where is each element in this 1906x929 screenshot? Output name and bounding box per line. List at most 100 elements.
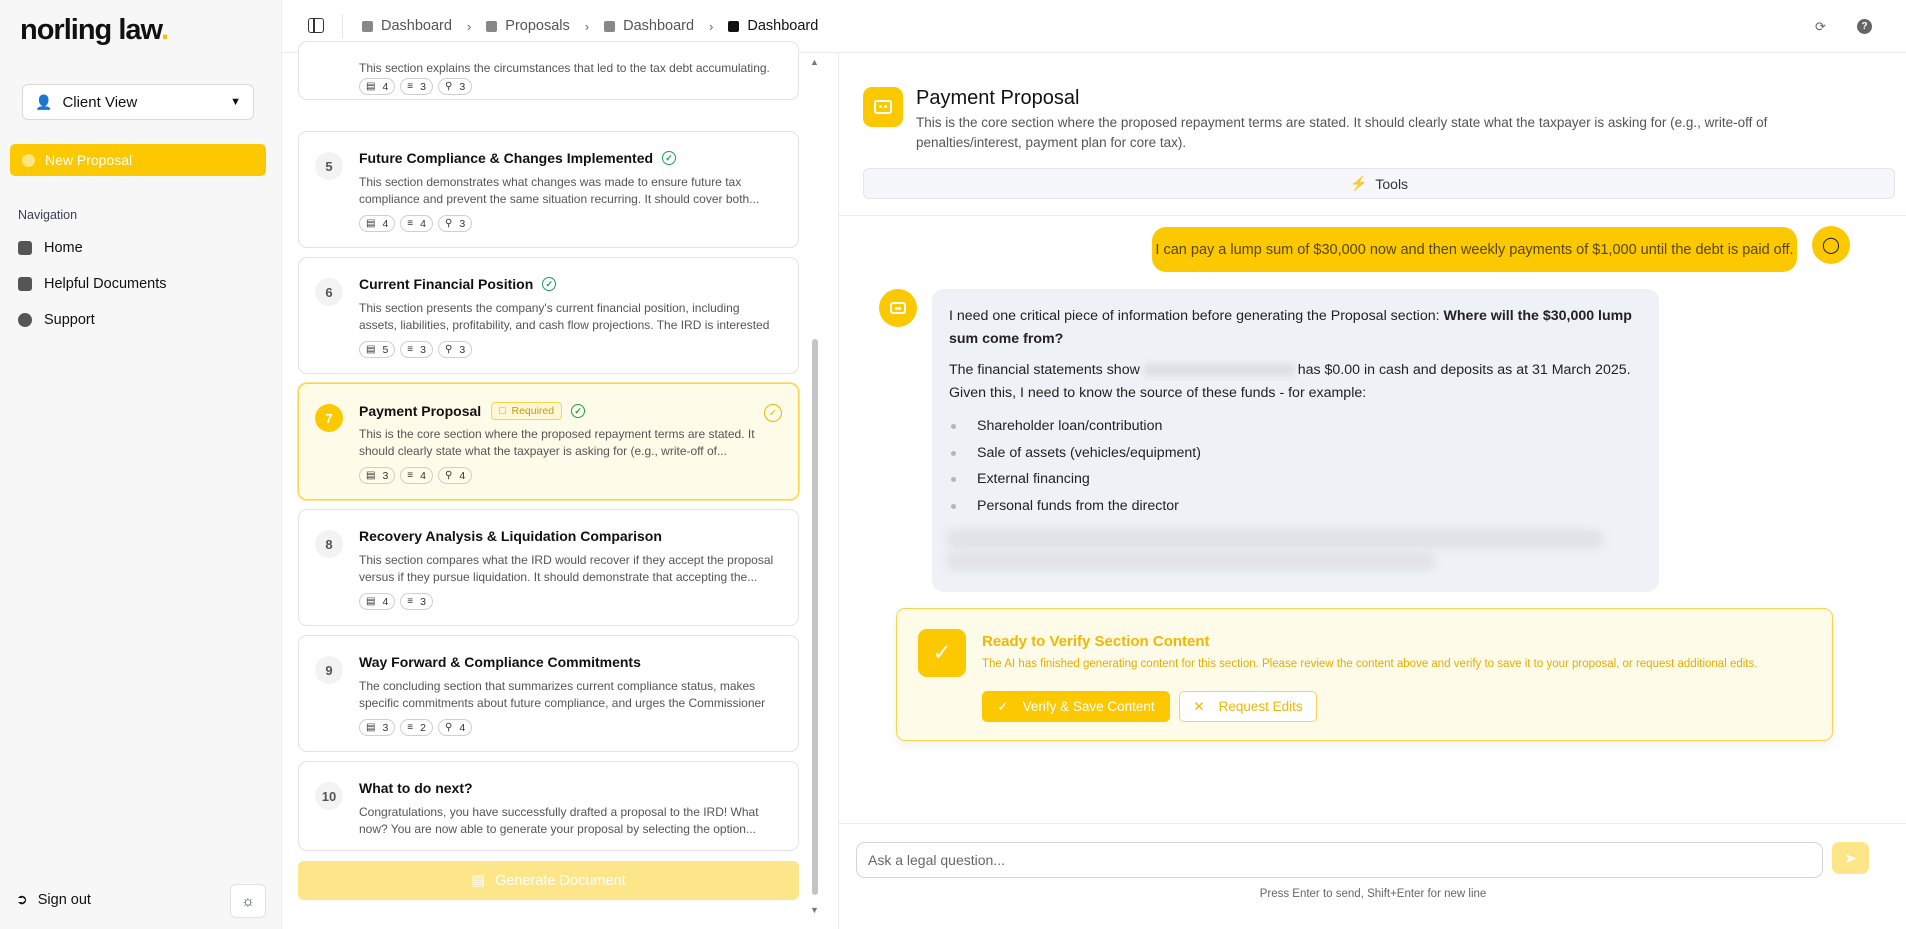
check-circle-icon: ✓ bbox=[542, 277, 557, 291]
section-description: Congratulations, you have successfully d… bbox=[359, 805, 759, 836]
generate-document-button[interactable]: ▤ Generate Document bbox=[298, 861, 799, 900]
user-icon: ◯ bbox=[1822, 237, 1840, 254]
breadcrumb-item[interactable]: Proposals bbox=[486, 18, 570, 34]
home-icon bbox=[604, 20, 616, 32]
section-number: 7 bbox=[315, 404, 343, 432]
sidebar-item-home[interactable]: Home bbox=[18, 240, 83, 256]
lightbulb-icon: ⚲ bbox=[444, 218, 453, 229]
section-chips: ▤ 4 ≡ 3 ⚲ 3 bbox=[359, 78, 477, 95]
section-card[interactable]: 8 Recovery Analysis & Liquidation Compar… bbox=[298, 509, 799, 626]
section-card[interactable]: 9 Way Forward & Compliance Commitments T… bbox=[298, 635, 799, 752]
chevron-right-icon: › bbox=[709, 18, 714, 34]
tasks-chip: ≡ 3 bbox=[400, 341, 433, 358]
section-card[interactable]: 10 What to do next? Congratulations, you… bbox=[298, 761, 799, 851]
document-icon: ▤ bbox=[471, 872, 486, 889]
document-icon: ▤ bbox=[366, 470, 376, 481]
redacted-text bbox=[946, 551, 1436, 571]
section-chips: ▤ 4 ≡ 3 bbox=[359, 593, 438, 610]
section-number: 5 bbox=[315, 152, 343, 180]
section-description: This section compares what the IRD would… bbox=[359, 553, 774, 584]
sidebar: norling law. 👤 Client View ▼ New Proposa… bbox=[0, 0, 282, 929]
breadcrumb-item[interactable]: Dashboard bbox=[362, 18, 452, 34]
section-number: 9 bbox=[315, 656, 343, 684]
nav-heading: Navigation bbox=[18, 208, 78, 222]
scroll-down-icon[interactable]: ▼ bbox=[810, 905, 819, 915]
scroll-up-icon[interactable]: ▲ bbox=[810, 57, 819, 67]
documents-chip: ▤ 4 bbox=[359, 78, 396, 95]
logo-text: norling law bbox=[20, 14, 162, 46]
send-button[interactable]: ➤ bbox=[1832, 842, 1869, 874]
view-select-label: Client View bbox=[62, 93, 138, 111]
sections-list: This section explains the circumstances … bbox=[282, 41, 822, 929]
list-item: Personal funds from the director bbox=[951, 498, 1179, 514]
refresh-icon[interactable]: ⟳ bbox=[1813, 19, 1828, 34]
chat-title: Payment Proposal bbox=[916, 87, 1080, 109]
sidebar-item-support[interactable]: Support bbox=[18, 312, 95, 328]
dashboard-icon bbox=[362, 20, 373, 32]
section-card[interactable]: 5 Future Compliance & Changes Implemente… bbox=[298, 131, 799, 248]
section-description: This section demonstrates what changes w… bbox=[359, 175, 760, 206]
section-card[interactable]: This section explains the circumstances … bbox=[298, 41, 799, 100]
verify-save-button[interactable]: ✓ Verify & Save Content bbox=[982, 691, 1170, 722]
scrollbar-thumb[interactable] bbox=[812, 339, 818, 895]
input-hint: Press Enter to send, Shift+Enter for new… bbox=[1259, 888, 1487, 900]
section-title: Current Financial Position ✓ bbox=[359, 276, 557, 292]
send-icon: ➤ bbox=[1844, 849, 1857, 866]
sidebar-toggle-icon[interactable] bbox=[308, 18, 324, 33]
logo[interactable]: norling law. bbox=[20, 14, 169, 47]
sidebar-item-label: Support bbox=[44, 312, 95, 328]
tips-chip: ⚲ 3 bbox=[437, 215, 473, 232]
check-icon: ✓ bbox=[918, 629, 966, 677]
checklist-icon: ≡ bbox=[407, 722, 414, 733]
redacted-text bbox=[1143, 364, 1294, 377]
section-description: This section presents the company's curr… bbox=[359, 301, 770, 332]
section-card-selected[interactable]: 7 Payment Proposal □ Required ✓ This is the… bbox=[298, 383, 799, 500]
section-card[interactable]: 6 Current Financial Position ✓ This secti… bbox=[298, 257, 799, 374]
lock-icon: □ bbox=[499, 405, 506, 417]
user-message: I can pay a lump sum of $30,000 now and … bbox=[1152, 227, 1797, 272]
document-icon: ▤ bbox=[366, 596, 376, 607]
chevron-right-icon: › bbox=[584, 18, 590, 34]
redacted-text bbox=[946, 529, 1604, 549]
document-icon: ▤ bbox=[366, 344, 376, 355]
section-number: 8 bbox=[315, 530, 343, 558]
help-icon[interactable]: ? bbox=[1857, 19, 1872, 34]
section-description: This section explains the circumstances … bbox=[359, 61, 770, 75]
breadcrumb-item-current: Dashboard bbox=[728, 18, 818, 34]
section-description: The concluding section that summarizes c… bbox=[359, 679, 766, 710]
plus-icon bbox=[22, 153, 35, 167]
sidebar-item-label: Helpful Documents bbox=[44, 276, 167, 292]
new-proposal-label: New Proposal bbox=[45, 152, 133, 168]
checklist-icon: ≡ bbox=[407, 81, 414, 92]
verify-panel: ✓ Ready to Verify Section Content The AI… bbox=[896, 608, 1833, 741]
tools-button[interactable]: ⚡ Tools bbox=[863, 168, 1895, 199]
theme-toggle-button[interactable]: ☼ bbox=[230, 884, 266, 918]
new-proposal-button[interactable]: New Proposal bbox=[10, 144, 266, 176]
documents-chip: ▤ 4 bbox=[359, 215, 396, 232]
checklist-icon: ≡ bbox=[407, 218, 414, 229]
check-circle-icon: ✓ bbox=[571, 404, 586, 418]
documents-chip: ▤ 5 bbox=[359, 341, 396, 358]
sidebar-item-helpful-documents[interactable]: Helpful Documents bbox=[18, 276, 167, 292]
breadcrumb-item[interactable]: Dashboard bbox=[604, 18, 694, 34]
tips-chip: ⚲ 3 bbox=[437, 341, 473, 358]
help-circle-icon bbox=[18, 313, 32, 327]
checklist-icon: ≡ bbox=[407, 344, 414, 355]
assistant-avatar bbox=[879, 289, 917, 327]
documents-chip: ▤ 3 bbox=[359, 467, 396, 484]
request-edits-button[interactable]: ✕ Request Edits bbox=[1179, 691, 1317, 722]
breadcrumb-label: Dashboard bbox=[381, 18, 452, 34]
scrollbar[interactable]: ▲ ▼ bbox=[810, 53, 820, 929]
close-icon: ✕ bbox=[1193, 698, 1205, 714]
sign-out-button[interactable]: ➲ Sign out bbox=[16, 891, 91, 908]
section-chips: ▤ 3 ≡ 4 ⚲ 4 bbox=[359, 467, 477, 484]
document-icon: ▤ bbox=[366, 81, 376, 92]
tips-chip: ⚲ 4 bbox=[437, 467, 473, 484]
list-item: Shareholder loan/contribution bbox=[950, 418, 1163, 434]
assistant-paragraph: The financial statements show has $0.00 … bbox=[949, 362, 1631, 401]
selected-check-icon: ✓ bbox=[764, 404, 782, 422]
view-select[interactable]: 👤 Client View ▼ bbox=[22, 84, 254, 120]
verify-title: Ready to Verify Section Content bbox=[982, 633, 1210, 650]
section-title: What to do next? bbox=[359, 780, 473, 796]
chat-input[interactable] bbox=[856, 842, 1823, 878]
